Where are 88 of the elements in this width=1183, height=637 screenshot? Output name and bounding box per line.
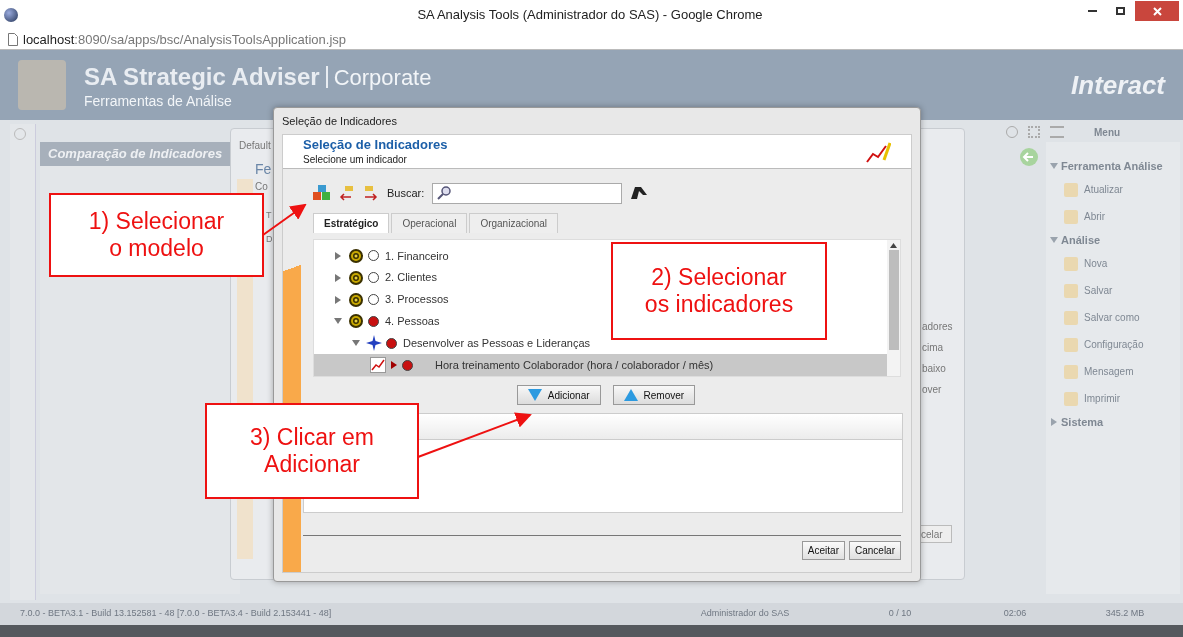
close-icon[interactable] bbox=[1135, 1, 1179, 21]
callout-text: Adicionar bbox=[264, 451, 360, 478]
partial-label: Fe bbox=[255, 160, 272, 179]
menu-item-icon bbox=[1064, 364, 1078, 379]
tree-row[interactable]: 2. Clientes bbox=[314, 266, 437, 289]
line-chart-icon bbox=[370, 357, 386, 374]
tree-label: 2. Clientes bbox=[385, 270, 437, 286]
remove-button[interactable]: Remover bbox=[612, 385, 696, 405]
app-brand: SA Strategic Adviser bbox=[84, 61, 320, 92]
up-triangle-icon bbox=[623, 389, 638, 401]
menu-item-icon bbox=[1064, 283, 1078, 298]
cubes-icon[interactable] bbox=[313, 185, 331, 201]
tree-label: Desenvolver as Pessoas e Lideranças bbox=[403, 335, 591, 351]
background-dialog-title: Default bbox=[239, 139, 271, 153]
menu-item-icon bbox=[1064, 310, 1078, 325]
partial-label: adores bbox=[922, 320, 953, 334]
partial-label: cima bbox=[922, 341, 944, 355]
tree-row[interactable]: 4. Pessoas bbox=[314, 310, 440, 333]
menu-title: Menu bbox=[1094, 125, 1121, 140]
count-text: 0 / 10 bbox=[887, 607, 913, 621]
scroll-up-icon[interactable] bbox=[890, 243, 897, 248]
partial-label: D bbox=[266, 233, 273, 246]
callout-text: 3) Clicar em bbox=[250, 424, 374, 451]
target-icon bbox=[348, 269, 364, 286]
panel-title: Comparação de Indicadores bbox=[48, 145, 223, 164]
expand-arrow-icon[interactable] bbox=[334, 251, 342, 260]
target-icon bbox=[348, 291, 364, 308]
tree-row[interactable]: Desenvolver as Pessoas e Lideranças bbox=[314, 332, 591, 355]
partial-label: Co bbox=[255, 180, 268, 194]
tab[interactable]: Estratégico bbox=[313, 213, 390, 233]
scrollbar[interactable] bbox=[887, 240, 900, 376]
app-edition: Corporate bbox=[333, 63, 432, 92]
version-text: 7.0.0 - BETA3.1 - Build 13.152581 - 48 [7.0.0 - BETA3.4 - Build 2.153441 - 48] bbox=[19, 607, 333, 621]
callout-text: 2) Selecionar bbox=[651, 264, 787, 291]
callout-text: o modelo bbox=[109, 235, 204, 262]
globe-icon bbox=[4, 8, 18, 22]
tree-label: 1. Financeiro bbox=[385, 248, 449, 264]
search-label: Buscar: bbox=[387, 185, 425, 201]
down-triangle-icon bbox=[527, 389, 542, 401]
target-icon bbox=[348, 313, 364, 330]
callout-text: os indicadores bbox=[644, 291, 794, 318]
target-icon bbox=[348, 247, 364, 264]
expand-arrow-icon[interactable] bbox=[334, 273, 342, 282]
tree-label: 3. Processos bbox=[385, 292, 449, 308]
tree-row[interactable]: Hora treinamento Colaborador (hora / colaborador / mês) bbox=[314, 354, 887, 376]
time-text: 02:06 bbox=[1002, 607, 1028, 621]
tree-label: 4. Pessoas bbox=[385, 314, 440, 330]
star-burst-icon bbox=[366, 335, 382, 352]
expand-arrow-icon[interactable] bbox=[334, 295, 342, 304]
search-icon bbox=[437, 186, 454, 200]
binoculars-icon[interactable] bbox=[630, 185, 649, 201]
move-right-icon[interactable] bbox=[363, 185, 379, 201]
menu-item-icon bbox=[1064, 209, 1078, 224]
tree-row[interactable]: 1. Financeiro bbox=[314, 245, 449, 267]
partial-label: T bbox=[266, 209, 272, 222]
accept-button[interactable]: Aceitar bbox=[801, 541, 845, 560]
memory-text: 345.2 MB bbox=[1104, 607, 1146, 621]
move-left-icon[interactable] bbox=[339, 185, 355, 201]
tab[interactable]: Organizacional bbox=[469, 213, 559, 233]
partial-label: baixo bbox=[922, 362, 946, 376]
separator-line bbox=[325, 65, 328, 88]
window-title: SA Analysis Tools (Administrador do SAS) - Google Chrome bbox=[416, 6, 764, 25]
user-text: Administrador do SAS bbox=[699, 607, 791, 621]
app-subtitle: Ferramentas de Análise bbox=[84, 91, 233, 111]
partial-button[interactable]: celar bbox=[920, 525, 952, 543]
collapse-arrow-icon[interactable] bbox=[352, 339, 360, 348]
dialog-heading: Seleção de Indicadores bbox=[303, 136, 448, 152]
dialog-subheading: Selecione um indicador bbox=[303, 152, 408, 167]
menu-item-icon bbox=[1064, 182, 1078, 197]
collapse-arrow-icon[interactable] bbox=[334, 317, 342, 326]
tree-label: Hora treinamento Colaborador (hora / colaborador / mês) bbox=[435, 357, 714, 373]
logo-drawing bbox=[18, 60, 66, 110]
callout-text: 1) Selecionar bbox=[88, 208, 225, 235]
play-arrow-icon[interactable] bbox=[390, 361, 398, 370]
url-text: localhost:8090/sa/apps/bsc/AnalysisToolsApplication.jsp bbox=[23, 30, 347, 49]
tab[interactable]: Operacional bbox=[391, 213, 468, 233]
dialog-title: Seleção de Indicadores bbox=[282, 113, 397, 129]
search-field[interactable] bbox=[432, 182, 623, 204]
company-logo: Interact bbox=[1071, 68, 1165, 102]
menu-item-icon bbox=[1064, 337, 1078, 352]
cancel-button[interactable]: Cancelar bbox=[848, 541, 901, 560]
page-icon bbox=[8, 33, 18, 46]
add-button[interactable]: Adicionar bbox=[516, 385, 601, 405]
menu-item-icon bbox=[1064, 256, 1078, 271]
tree-row[interactable]: 3. Processos bbox=[314, 288, 449, 311]
address-bar[interactable]: localhost:8090/sa/apps/bsc/AnalysisToolsApplication.jsp bbox=[0, 30, 1183, 50]
menu-item-icon bbox=[1064, 391, 1078, 406]
partial-label: over bbox=[922, 383, 942, 397]
